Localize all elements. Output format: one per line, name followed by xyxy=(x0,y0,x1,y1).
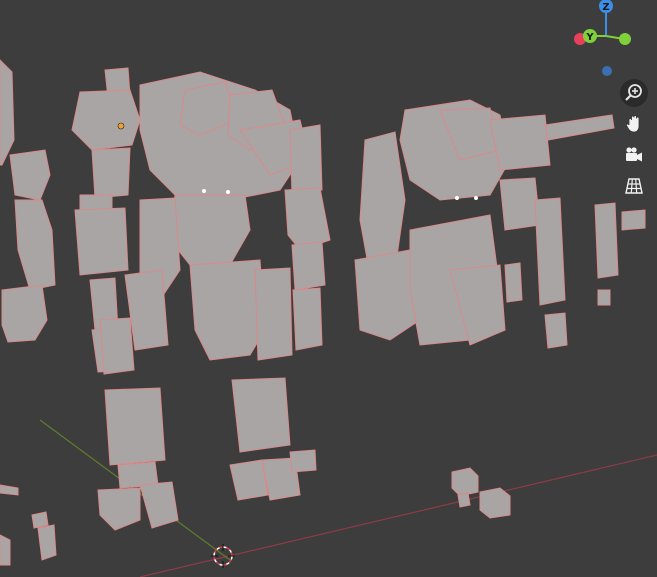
perspective-toggle-button[interactable] xyxy=(620,172,648,200)
3d-viewport[interactable]: Z Y xyxy=(0,0,657,577)
robot-main[interactable] xyxy=(71,67,331,531)
hand-icon xyxy=(625,115,640,133)
magnifier-plus-icon xyxy=(625,84,642,101)
3d-cursor[interactable] xyxy=(211,544,235,568)
grid-perspective-icon xyxy=(625,178,643,194)
pan-button[interactable] xyxy=(620,110,648,138)
scene-canvas xyxy=(0,59,657,577)
gizmo-neg-z-handle[interactable] xyxy=(602,66,612,76)
gizmo-z-label: Z xyxy=(602,2,609,13)
camera-view-button[interactable] xyxy=(620,141,648,169)
robot-left-partial[interactable] xyxy=(0,59,57,566)
x-axis-line xyxy=(139,454,657,577)
navigation-gizmo[interactable]: Z Y xyxy=(572,0,642,82)
camera-icon xyxy=(626,147,642,162)
loose-cubes[interactable] xyxy=(451,467,511,519)
object-origin-dot xyxy=(117,122,125,130)
gizmo-neg-y-handle[interactable] xyxy=(619,33,631,45)
zoom-button[interactable] xyxy=(620,79,648,107)
robot-right[interactable] xyxy=(354,99,646,349)
gizmo-y-label: Y xyxy=(585,32,594,43)
